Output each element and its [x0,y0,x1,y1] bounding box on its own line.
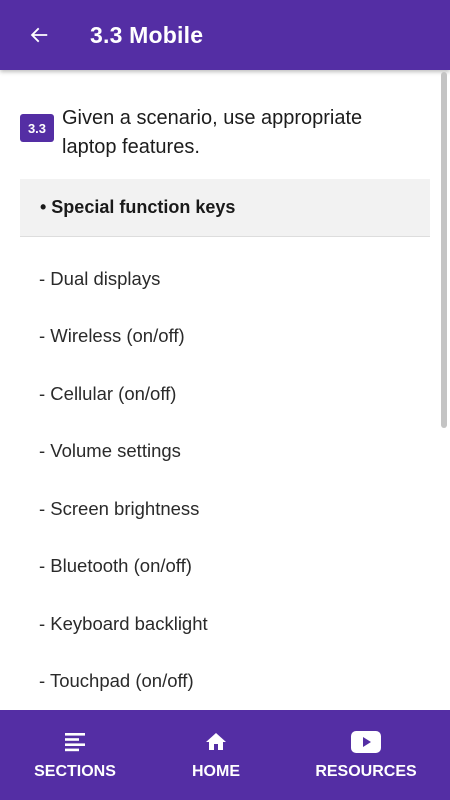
nav-resources-label: RESOURCES [315,763,417,780]
page-title: 3.3 Mobile [90,21,204,48]
nav-home-label: HOME [192,763,240,780]
list-item: - Cellular (on/off) [39,382,177,404]
app-bar: 3.3 Mobile [0,0,450,70]
list-item: - Touchpad (on/off) [39,670,194,692]
nav-resources-button[interactable]: RESOURCES [282,710,450,800]
scrollbar-thumb[interactable] [441,72,447,428]
list-item: - Screen brightness [39,497,200,519]
objective-text: Given a scenario, use appropriate laptop… [62,107,363,158]
list-item: - Dual displays [39,267,161,289]
back-button[interactable] [0,0,80,70]
play-icon [351,731,381,753]
arrow-back-icon [30,27,48,43]
bottom-navigation: SECTIONS HOME RESOURCES [0,710,450,800]
list-item: - Keyboard backlight [39,612,208,634]
objective-badge: 3.3 [20,114,54,142]
list-item: - Bluetooth (on/off) [39,555,192,577]
nav-sections-label: SECTIONS [34,763,116,780]
content-area: 3.3 Given a scenario, use appropriate la… [0,70,450,710]
home-icon [206,733,226,750]
feature-list: - Dual displays - Wireless (on/off) - Ce… [0,250,430,710]
nav-sections-button[interactable]: SECTIONS [0,710,150,800]
highlighted-item: • Special function keys [20,179,430,237]
list-item: - Wireless (on/off) [39,325,185,347]
objective-header: 3.3 Given a scenario, use appropriate la… [20,104,420,162]
list-item: - Volume settings [39,440,181,462]
nav-home-button[interactable]: HOME [150,710,282,800]
list-icon [65,733,85,752]
